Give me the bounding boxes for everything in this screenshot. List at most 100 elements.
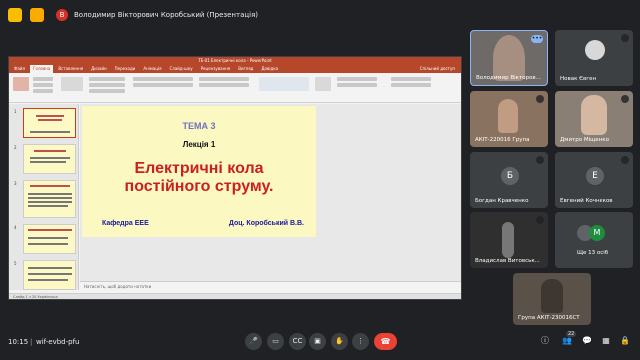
ppt-tab[interactable]: Рецензування [198, 65, 234, 73]
people-icon[interactable]: 👥 [562, 336, 572, 346]
participant-name: Евгений Кочнєков [560, 198, 613, 204]
presenter-text: Володимир Вікторович Коробський (Презент… [74, 11, 259, 19]
slide-thumbnails-pane[interactable]: 1 2 3 4 5 [9, 104, 79, 290]
shapes-gallery[interactable] [259, 77, 309, 91]
participant-avatar [585, 40, 605, 60]
slide-title-line2: постійного струму. [124, 178, 274, 195]
app-icon-orange[interactable] [30, 8, 44, 22]
shape-format-row[interactable] [337, 77, 377, 81]
notes-placeholder: Натисніть, щоб додати нотатки [84, 284, 152, 289]
participant-avatar: М [589, 225, 605, 241]
mic-off-icon [536, 216, 544, 224]
participant-video [502, 222, 514, 258]
ribbon-control[interactable] [33, 83, 53, 87]
camera-icon[interactable]: ▭ [267, 333, 284, 350]
slide-topic: ТЕМА 3 [182, 121, 216, 131]
participant-name: Володимир Вікторов... [476, 75, 541, 81]
shared-presentation-window: ТЕ-01 Електричні кола - PowerPoint Файл … [8, 56, 462, 300]
presenter-avatar: В [56, 9, 68, 21]
ppt-tab[interactable]: Слайд-шоу [167, 65, 196, 73]
participant-tile[interactable]: Новак Євген [555, 30, 633, 86]
participant-video [541, 279, 563, 313]
paragraph-row[interactable] [199, 83, 249, 87]
ppt-ribbon [9, 73, 461, 103]
ppt-tab[interactable]: Переходи [112, 65, 139, 73]
present-icon[interactable]: ▣ [309, 333, 326, 350]
participant-tile[interactable]: Дмитро Міщенко [555, 91, 633, 147]
participant-name: Владислав Витовськ... [475, 258, 540, 264]
participant-tile[interactable]: Владислав Витовськ... [470, 212, 548, 268]
participant-avatar: Е [586, 167, 604, 185]
ribbon-control[interactable] [33, 77, 53, 81]
notes-pane[interactable]: Натисніть, щоб додати нотатки [80, 281, 461, 290]
font-format-row[interactable] [133, 83, 193, 87]
ppt-status-text: Слайд 1 з 20 Українська [13, 295, 58, 299]
ppt-tab[interactable]: Вигляд [235, 65, 256, 73]
ppt-status-bar: Слайд 1 з 20 Українська [9, 293, 461, 299]
find-row[interactable] [391, 77, 431, 81]
meeting-code: wif-evbd-pfu [36, 338, 80, 346]
ribbon-control[interactable] [33, 89, 53, 93]
more-participants-label: Ще 13 осіб [577, 250, 609, 256]
participant-tile[interactable]: АКІТ-220016 Група [470, 91, 548, 147]
participant-name: Богдан Кравченко [475, 198, 529, 204]
ribbon-control[interactable] [89, 89, 125, 93]
chat-icon[interactable]: 💬 [582, 336, 592, 346]
arrange-icon[interactable] [315, 77, 331, 91]
current-time: 10:15 [8, 338, 29, 346]
ppt-ribbon-tabs: Файл Головна Вставлення Дизайн Переходи … [9, 65, 461, 73]
separator: | [30, 338, 33, 346]
activities-icon[interactable]: ▦ [601, 336, 611, 346]
ppt-tab[interactable]: Дизайн [88, 65, 110, 73]
ppt-share-button[interactable]: Спільний доступ [417, 65, 461, 73]
ribbon-control[interactable] [89, 77, 125, 81]
lock-icon[interactable]: 🔒 [620, 336, 630, 346]
mic-icon[interactable]: 🎤 [245, 333, 262, 350]
slide-department: Кафедра ЕЕЕ [102, 220, 149, 227]
participant-avatar: Б [501, 167, 519, 185]
participant-video [498, 99, 518, 133]
ppt-window-title: ТЕ-01 Електричні кола - PowerPoint [9, 57, 461, 65]
shape-format-row[interactable] [337, 83, 377, 87]
new-slide-icon[interactable] [61, 77, 83, 91]
more-options-icon[interactable]: ⋮ [352, 333, 369, 350]
slide-lecture: Лекція 1 [182, 140, 216, 149]
slide-title-line1: Електричні кола [134, 160, 264, 177]
paragraph-row[interactable] [199, 77, 249, 81]
app-icon-yellow[interactable] [8, 8, 22, 22]
more-participants-tile[interactable]: М Ще 13 осіб [555, 212, 633, 268]
slide-thumbnail[interactable]: 4 [14, 224, 76, 254]
slide-thumbnail[interactable]: 3 [14, 180, 76, 218]
mic-off-icon [621, 156, 629, 164]
participant-name: АКІТ-220016 Група [475, 137, 530, 143]
phone-hangup-icon[interactable]: ☎ [374, 333, 397, 350]
raise-hand-icon[interactable]: ✋ [331, 333, 348, 350]
replace-row[interactable] [391, 83, 431, 87]
participant-tile[interactable]: Е Евгений Кочнєков [555, 152, 633, 208]
mic-off-icon [621, 95, 629, 103]
paste-icon[interactable] [13, 77, 29, 91]
mic-off-icon [536, 95, 544, 103]
slide-thumbnail[interactable]: 5 [14, 260, 76, 290]
self-view-tile[interactable]: Група АКІТ-230016СТ [513, 273, 591, 325]
ribbon-control[interactable] [89, 83, 125, 87]
ppt-tab-active[interactable]: Головна [30, 65, 54, 73]
mic-off-icon [536, 156, 544, 164]
more-options-icon[interactable]: ••• [531, 35, 543, 43]
participant-video [581, 95, 607, 135]
ppt-tab[interactable]: Вставлення [55, 65, 86, 73]
slide-author: Доц. Коробський В.В. [228, 220, 304, 227]
slide-thumbnail[interactable]: 2 [14, 144, 76, 174]
participant-tile[interactable]: Б Богдан Кравченко [470, 152, 548, 208]
info-icon[interactable]: ⓘ [540, 336, 550, 346]
ppt-tab[interactable]: Файл [11, 65, 28, 73]
font-family-box[interactable] [133, 77, 193, 81]
current-slide[interactable]: ТЕМА 3 Лекція 1 Електричні кола постійно… [82, 106, 316, 237]
participant-tile[interactable]: ••• Володимир Вікторов... [470, 30, 548, 86]
ppt-tab[interactable]: Анімація [140, 65, 164, 73]
slide-thumbnail[interactable]: 1 [14, 108, 76, 138]
participant-name: Група АКІТ-230016СТ [518, 315, 580, 321]
captions-icon[interactable]: CC [289, 333, 306, 350]
ppt-tab[interactable]: Довідка [258, 65, 281, 73]
mic-off-icon [621, 34, 629, 42]
